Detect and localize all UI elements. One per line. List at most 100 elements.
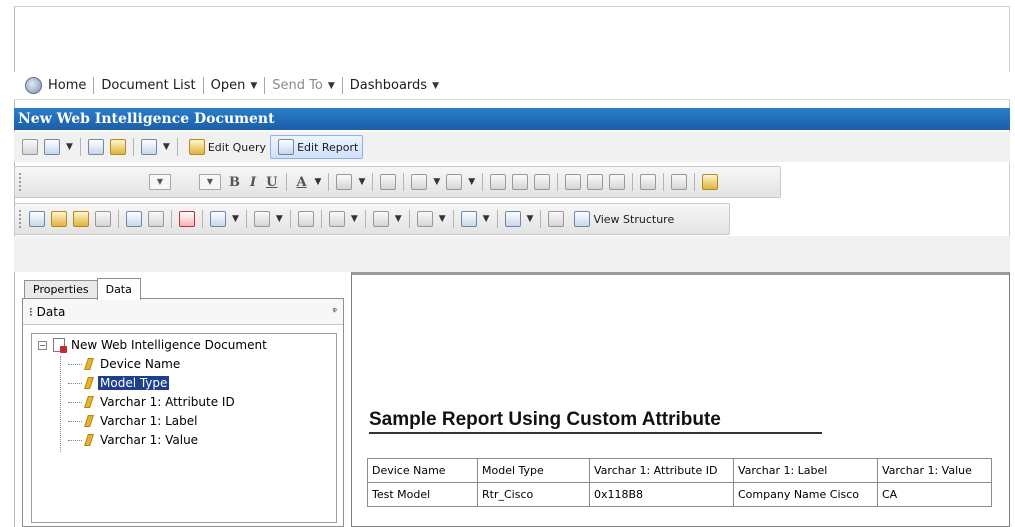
edit-report-button[interactable]: Edit Report [270, 135, 364, 159]
tree-item-model-type[interactable]: Model Type [68, 376, 170, 390]
table-header-cell[interactable]: Varchar 1: Value [877, 458, 992, 483]
chevron-down-icon[interactable]: ▼ [527, 214, 534, 224]
tab-data-label: Data [105, 283, 132, 296]
table-cell[interactable]: Rtr_Cisco [477, 482, 590, 507]
table-header-cell[interactable]: Varchar 1: Label [733, 458, 878, 483]
home-label: Home [48, 78, 87, 93]
report-title[interactable]: Sample Report Using Custom Attribute [369, 409, 721, 431]
format-painter-icon[interactable] [702, 174, 719, 190]
toolbar-grip[interactable] [19, 173, 22, 191]
data-tree: − New Web Intelligence Document Device N… [31, 333, 337, 523]
tab-data[interactable]: Data [96, 278, 141, 300]
borders-icon[interactable] [411, 174, 428, 190]
document-icon [53, 338, 67, 353]
dimension-icon [84, 396, 94, 408]
find-icon[interactable] [109, 139, 126, 155]
report-table[interactable]: Device Name Model Type Varchar 1: Attrib… [367, 458, 992, 507]
font-size-dropdown[interactable]: ▼ [199, 174, 221, 190]
send-to-menu[interactable]: Send To ▼ [267, 75, 339, 97]
outline-icon[interactable] [504, 211, 521, 227]
chevron-down-icon[interactable]: ▼ [232, 214, 239, 224]
track-changes-icon[interactable] [416, 211, 433, 227]
table-header-cell[interactable]: Varchar 1: Attribute ID [589, 458, 734, 483]
collapse-icon[interactable]: − [38, 340, 47, 350]
table-header-cell[interactable]: Device Name [367, 458, 478, 483]
bold-icon[interactable]: B [229, 175, 240, 190]
view-structure-button[interactable]: View Structure [567, 207, 678, 231]
filter-icon[interactable] [253, 211, 270, 227]
line-style-icon[interactable] [446, 174, 463, 190]
chevron-down-icon[interactable]: ▼ [433, 177, 440, 187]
chevron-down-icon[interactable]: ▼ [395, 214, 402, 224]
chevron-down-icon[interactable]: ▼ [66, 142, 73, 152]
border-style-icon[interactable] [380, 174, 397, 190]
redo-icon[interactable] [148, 211, 164, 227]
reporting-toolbar: ▼ ▼ ▼ ▼ ▼ ▼ ▼ View Structure [14, 203, 730, 235]
tree-root-node[interactable]: − New Web Intelligence Document [38, 338, 267, 353]
nav-divider [341, 77, 343, 94]
formula-icon[interactable] [51, 211, 67, 227]
insert-cell-icon[interactable] [29, 211, 45, 227]
chevron-down-icon[interactable]: ▼ [439, 214, 446, 224]
align-bottom-icon[interactable] [609, 174, 626, 190]
toolbar-divider [496, 210, 498, 228]
alerter-icon[interactable] [179, 211, 195, 227]
chevron-down-icon[interactable]: ▼ [483, 214, 490, 224]
align-right-icon[interactable] [534, 174, 551, 190]
print-icon[interactable] [87, 139, 104, 155]
ranking-icon[interactable] [210, 211, 226, 227]
underline-icon[interactable]: U [266, 175, 277, 190]
view-mode-icon[interactable] [140, 139, 157, 155]
chevron-down-icon[interactable]: ▼ [351, 214, 358, 224]
table-cell[interactable]: Test Model [367, 482, 478, 507]
align-left-icon[interactable] [490, 174, 507, 190]
home-link[interactable]: Home [20, 75, 91, 97]
align-top-icon[interactable] [565, 174, 582, 190]
merge-cells-icon[interactable] [671, 174, 688, 190]
toolbar-divider [202, 210, 203, 228]
toolbar-divider [557, 173, 559, 191]
data-panel-title-text: Data [36, 304, 66, 319]
table-header-cell[interactable]: Model Type [477, 458, 590, 483]
document-list-link[interactable]: Document List [96, 75, 200, 97]
tree-item-attribute-id[interactable]: Varchar 1: Attribute ID [68, 395, 237, 409]
tab-properties[interactable]: Properties [24, 280, 98, 300]
wrap-text-icon[interactable] [640, 174, 657, 190]
chevron-down-icon[interactable]: ▼ [315, 177, 322, 187]
tree-item-label[interactable]: Varchar 1: Label [68, 414, 199, 428]
align-middle-icon[interactable] [587, 174, 604, 190]
toolbar-divider [286, 173, 288, 191]
tree-item-value[interactable]: Varchar 1: Value [68, 433, 200, 447]
pin-icon[interactable]: ᵠ [332, 305, 337, 318]
toolbar-divider [694, 173, 696, 191]
font-color-icon[interactable]: A [296, 175, 306, 190]
break-icon[interactable] [297, 211, 314, 227]
table-cell[interactable]: 0x118B8 [589, 482, 734, 507]
open-menu[interactable]: Open ▼ [206, 75, 263, 97]
tree-item-device-name[interactable]: Device Name [68, 357, 182, 371]
edit-query-button[interactable]: Edit Query [182, 135, 270, 159]
chevron-down-icon[interactable]: ▼ [163, 142, 170, 152]
toolbar-divider [176, 138, 178, 156]
new-document-icon[interactable] [22, 139, 38, 155]
duplicate-icon[interactable] [548, 211, 565, 227]
table-cell[interactable]: CA [877, 482, 992, 507]
dashboards-menu[interactable]: Dashboards ▼ [345, 75, 444, 97]
font-name-dropdown[interactable]: ▼ [149, 174, 171, 190]
toolbar-grip[interactable] [19, 210, 22, 228]
save-icon[interactable] [44, 139, 60, 155]
fill-color-icon[interactable] [336, 174, 353, 190]
variable-editor-icon[interactable] [73, 211, 89, 227]
italic-icon[interactable]: I [250, 175, 256, 190]
chevron-down-icon[interactable]: ▼ [276, 214, 283, 224]
toolbar-divider [118, 210, 119, 228]
align-center-icon[interactable] [512, 174, 529, 190]
chevron-down-icon[interactable]: ▼ [358, 177, 365, 187]
table-cell[interactable]: Company Name Cisco [733, 482, 878, 507]
sort-icon[interactable] [328, 211, 345, 227]
sum-icon[interactable] [372, 211, 389, 227]
eraser-icon[interactable] [95, 211, 111, 227]
drill-icon[interactable] [460, 211, 477, 227]
chevron-down-icon[interactable]: ▼ [468, 177, 475, 187]
undo-icon[interactable] [126, 211, 142, 227]
